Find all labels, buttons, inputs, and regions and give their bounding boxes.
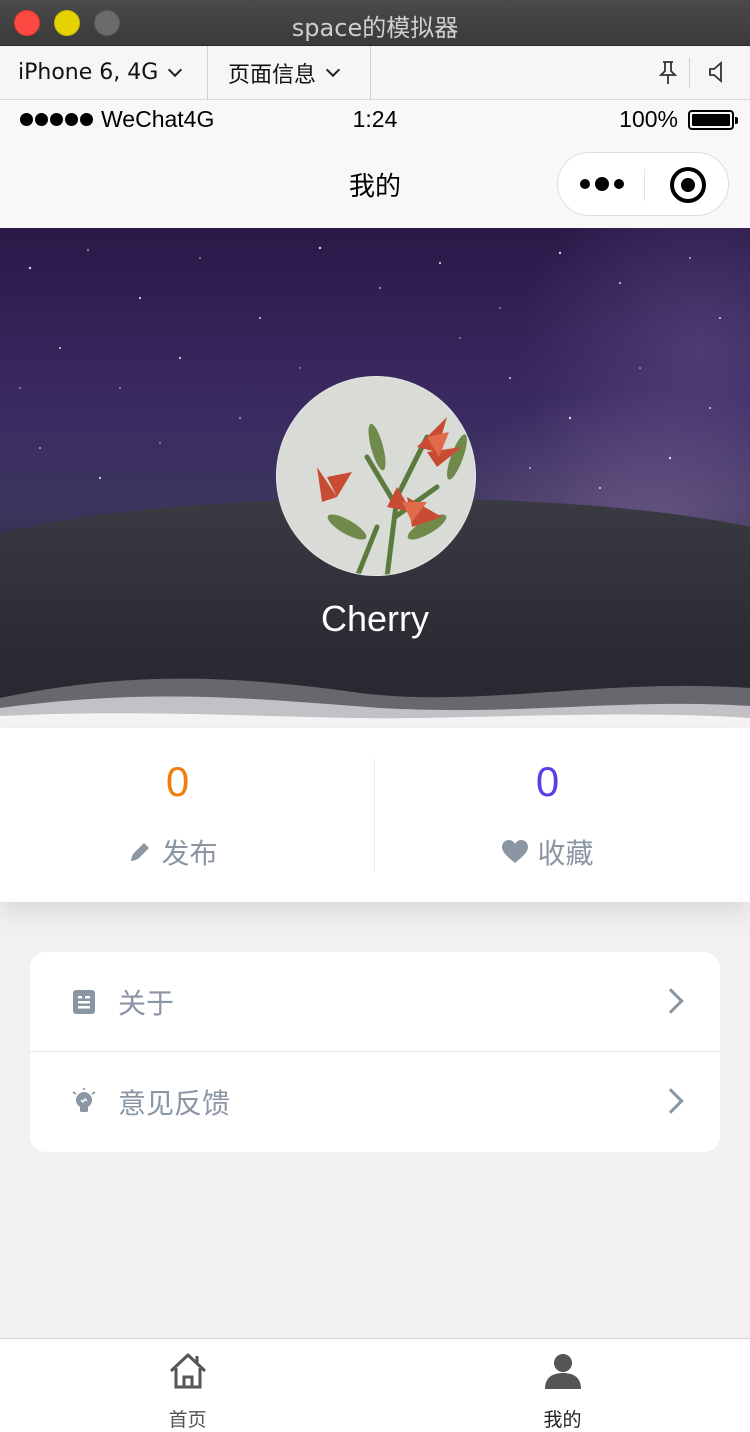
toolbar-divider [689, 58, 690, 88]
page-info-select-label: 页面信息 [228, 62, 317, 88]
toolbar-divider [207, 46, 208, 99]
toolbar-divider [370, 46, 371, 99]
profile-header: Cherry [0, 228, 750, 728]
device-select-label: iPhone 6, 4G [18, 60, 159, 85]
flower-image [277, 377, 475, 575]
pencil-icon [131, 843, 150, 861]
window-title: space的模拟器 [291, 14, 459, 42]
favorites-count: 0 [535, 758, 560, 805]
page-info-select[interactable]: 页面信息 [228, 46, 341, 99]
tab-label: 首页 [168, 1409, 207, 1431]
window-title-bar: space的模拟器 [0, 0, 750, 46]
document-icon [73, 990, 95, 1014]
stats-panel: 0 发布 0 收藏 [0, 728, 750, 902]
more-menu-button[interactable] [580, 177, 624, 191]
menu-item-feedback[interactable]: 意见反馈 [30, 1052, 720, 1152]
avatar[interactable] [276, 376, 476, 576]
simulator-toolbar: iPhone 6, 4G 页面信息 [0, 46, 750, 100]
battery-percent: 100% [619, 106, 678, 132]
posts-stat[interactable]: 0 发布 [0, 728, 375, 902]
tab-bar: 首页 我的 [0, 1338, 750, 1432]
wave-divider [0, 678, 750, 728]
menu-item-label: 意见反馈 [118, 1087, 231, 1120]
device-select[interactable]: iPhone 6, 4G [18, 46, 183, 99]
settings-menu: 关于 意见反馈 [30, 952, 720, 1152]
lightbulb-icon [72, 1088, 96, 1112]
favorites-stat[interactable]: 0 收藏 [375, 728, 750, 902]
home-icon [169, 1353, 207, 1389]
speaker-icon[interactable] [704, 58, 732, 86]
username: Cherry [320, 598, 430, 639]
close-mini-program-button[interactable] [670, 167, 706, 203]
menu-item-label: 关于 [118, 987, 175, 1020]
heart-icon [502, 840, 529, 863]
chevron-down-icon [325, 62, 341, 77]
chevron-right-icon [658, 988, 684, 1014]
posts-count: 0 [165, 758, 190, 805]
mini-program-capsule [557, 152, 729, 216]
chevron-right-icon [658, 1088, 684, 1114]
navigation-bar: 我的 [0, 140, 750, 228]
user-icon [545, 1354, 581, 1389]
pin-icon[interactable] [654, 58, 682, 86]
phone-status-bar: WeChat4G 1:24 100% [0, 100, 750, 140]
battery-icon [688, 109, 738, 130]
chevron-down-icon [168, 62, 183, 77]
posts-label: 发布 [161, 837, 218, 870]
capsule-divider [644, 169, 645, 201]
tab-home[interactable]: 首页 [0, 1339, 375, 1432]
tab-label: 我的 [543, 1409, 582, 1431]
menu-item-about[interactable]: 关于 [30, 952, 720, 1052]
tab-mine[interactable]: 我的 [375, 1339, 750, 1432]
favorites-label: 收藏 [537, 837, 594, 870]
